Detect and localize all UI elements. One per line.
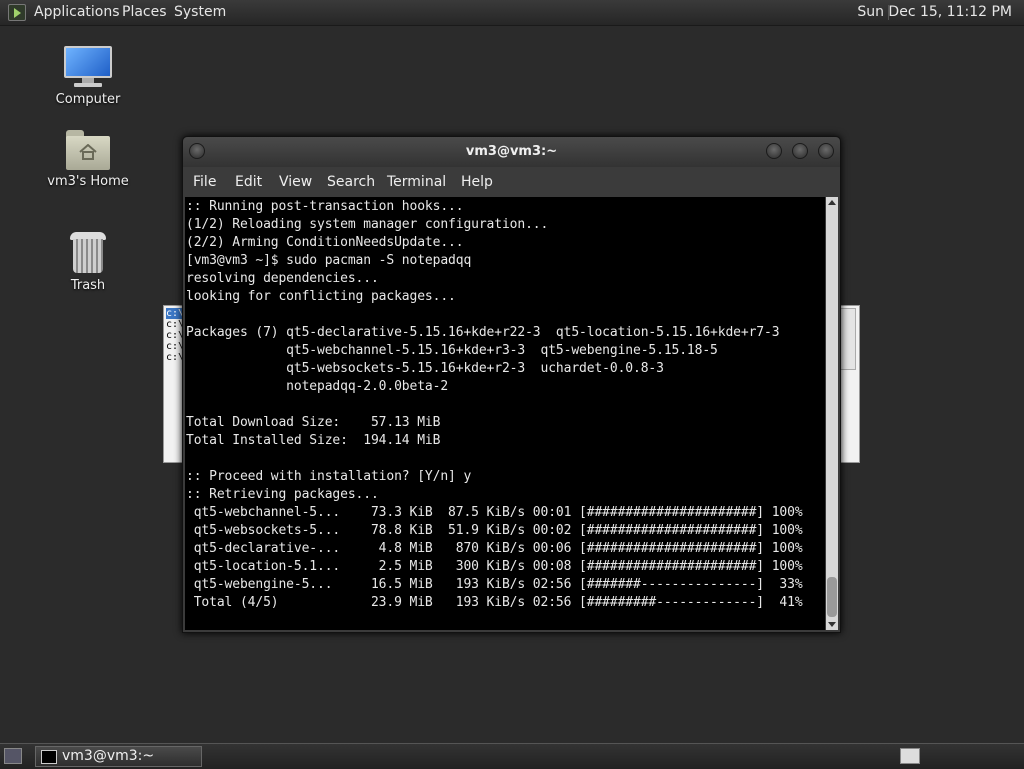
desktop-icon-trash[interactable]: Trash <box>38 230 138 293</box>
maximize-button[interactable] <box>792 143 808 159</box>
desktop-icon-label: Trash <box>70 278 106 293</box>
terminal-line: qt5-declarative-... 4.8 MiB 870 KiB/s 00… <box>186 541 803 556</box>
desktop-icon-label: vm3's Home <box>47 174 129 189</box>
terminal-line: [vm3@vm3 ~]$ sudo pacman -S notepadqq <box>186 253 472 268</box>
clock[interactable]: Sun Dec 15, 11:12 PM <box>857 4 1012 20</box>
window-menu-button[interactable] <box>189 143 205 159</box>
menu-view[interactable]: View <box>279 174 312 190</box>
scroll-down-icon[interactable] <box>828 622 836 627</box>
computer-icon <box>64 46 112 88</box>
terminal-line: resolving dependencies... <box>186 271 379 286</box>
app-menu-logo-icon[interactable] <box>8 4 26 21</box>
desktop-icon-home[interactable]: vm3's Home <box>38 130 138 189</box>
terminal-line: qt5-websockets-5... 78.8 KiB 51.9 KiB/s … <box>186 523 803 538</box>
desktop-icon-label: Computer <box>55 92 121 107</box>
terminal-icon <box>41 750 57 764</box>
menu-terminal[interactable]: Terminal <box>387 174 446 190</box>
terminal-line: :: Running post-transaction hooks... <box>186 199 464 214</box>
terminal-line: Packages (7) qt5-declarative-5.15.16+kde… <box>186 325 780 340</box>
terminal-line: looking for conflicting packages... <box>186 289 456 304</box>
desktop-icon-computer[interactable]: Computer <box>38 46 138 107</box>
top-panel: Applications Places System Sun Dec 15, 1… <box>0 0 1024 26</box>
menu-file[interactable]: File <box>193 174 216 190</box>
terminal-line: (1/2) Reloading system manager configura… <box>186 217 549 232</box>
trash-icon <box>70 230 106 274</box>
workspace-switcher-icon[interactable] <box>900 748 920 764</box>
applications-menu[interactable]: Applications <box>34 4 120 20</box>
menu-edit[interactable]: Edit <box>235 174 262 190</box>
scrollbar-thumb[interactable] <box>827 577 837 617</box>
terminal-window[interactable]: vm3@vm3:~ File Edit View Search Terminal… <box>182 136 841 633</box>
terminal-line: qt5-websockets-5.15.16+kde+r2-3 uchardet… <box>186 361 664 376</box>
terminal-line: :: Retrieving packages... <box>186 487 379 502</box>
home-folder-icon <box>66 130 110 170</box>
terminal-line: qt5-location-5.1... 2.5 MiB 300 KiB/s 00… <box>186 559 803 574</box>
terminal-titlebar[interactable]: vm3@vm3:~ <box>183 137 840 167</box>
terminal-line: qt5-webchannel-5.15.16+kde+r3-3 qt5-webe… <box>186 343 718 358</box>
taskbar-item-label: vm3@vm3:~ <box>62 748 155 764</box>
terminal-line: Total Installed Size: 194.14 MiB <box>186 433 441 448</box>
terminal-line: :: Proceed with installation? [Y/n] y <box>186 469 472 484</box>
window-title: vm3@vm3:~ <box>465 144 558 159</box>
terminal-menubar: File Edit View Search Terminal Help <box>183 168 840 196</box>
terminal-line: Total (4/5) 23.9 MiB 193 KiB/s 02:56 [##… <box>186 595 803 610</box>
menu-help[interactable]: Help <box>461 174 493 190</box>
terminal-output[interactable]: :: Running post-transaction hooks...(1/2… <box>185 197 825 630</box>
terminal-scrollbar[interactable] <box>826 197 838 630</box>
minimize-button[interactable] <box>766 143 782 159</box>
system-menu[interactable]: System <box>174 4 226 20</box>
scroll-up-icon[interactable] <box>828 200 836 205</box>
terminal-line: (2/2) Arming ConditionNeedsUpdate... <box>186 235 464 250</box>
terminal-line: notepadqq-2.0.0beta-2 <box>186 379 449 394</box>
terminal-line: qt5-webengine-5... 16.5 MiB 193 KiB/s 02… <box>186 577 803 592</box>
terminal-line: Total Download Size: 57.13 MiB <box>186 415 441 430</box>
taskbar-item-terminal[interactable]: vm3@vm3:~ <box>35 746 202 767</box>
places-menu[interactable]: Places <box>122 4 167 20</box>
menu-search[interactable]: Search <box>327 174 375 190</box>
background-window-scrollbar[interactable] <box>840 308 856 370</box>
show-desktop-icon[interactable] <box>4 748 22 764</box>
close-button[interactable] <box>818 143 834 159</box>
terminal-line: qt5-webchannel-5... 73.3 KiB 87.5 KiB/s … <box>186 505 803 520</box>
bottom-panel: vm3@vm3:~ <box>0 743 1024 769</box>
